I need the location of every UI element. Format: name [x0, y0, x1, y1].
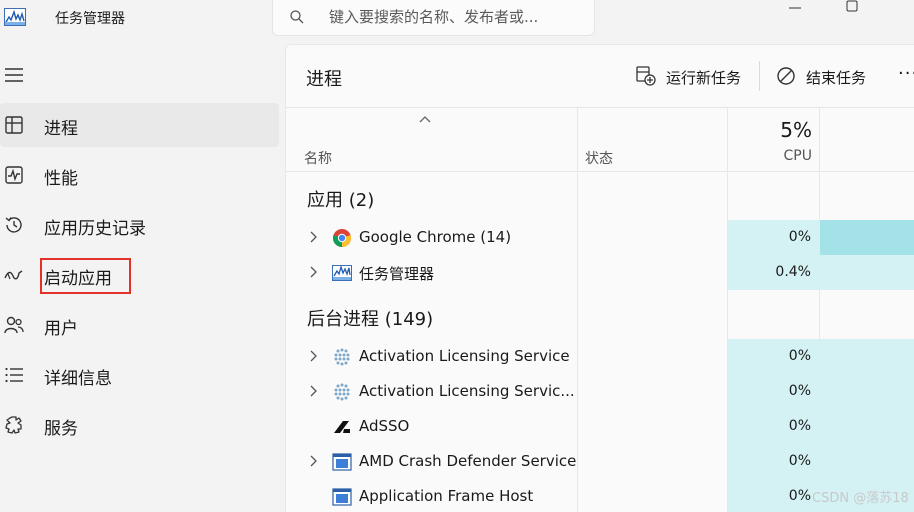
sidebar-item-label: 服务: [44, 419, 78, 439]
column-header-name[interactable]: 名称: [304, 148, 332, 168]
sidebar-item-services[interactable]: 服务: [0, 403, 279, 447]
cpu-value: 0%: [788, 348, 811, 364]
cpu-value: 0%: [788, 229, 811, 245]
table-row[interactable]: Activation Licensing Servic... 0%: [286, 374, 914, 409]
sidebar-item-app-history[interactable]: 应用历史记录: [0, 203, 279, 247]
processes-icon: [5, 116, 23, 134]
end-task-icon: [777, 67, 795, 85]
more-options-button[interactable]: ···: [898, 63, 914, 87]
memory-cell: [820, 339, 914, 374]
table-row[interactable]: AMD Crash Defender Service 0%: [286, 444, 914, 479]
app-history-icon: [5, 217, 22, 233]
process-name: AMD Crash Defender Service: [359, 452, 577, 470]
processes-panel: 进程 运行新任务 结束任务 ··· 名称 状态 5% CPU 应用 (2): [285, 44, 914, 512]
table-row[interactable]: 任务管理器 0.4%: [286, 255, 914, 290]
run-new-task-label: 运行新任务: [666, 69, 742, 87]
process-name: 任务管理器: [359, 265, 435, 283]
title-bar: 任务管理器: [0, 0, 914, 40]
chrome-icon: [332, 229, 352, 248]
cpu-value: 0%: [788, 383, 811, 399]
highlight-annotation-box: [40, 258, 131, 294]
page-title: 进程: [306, 69, 342, 90]
minimize-icon[interactable]: [775, 0, 815, 20]
table-row[interactable]: Activation Licensing Service 0%: [286, 339, 914, 374]
table-row[interactable]: AdSSO 0%: [286, 409, 914, 444]
autodesk-icon: [334, 421, 350, 433]
sidebar-item-label: 应用历史记录: [44, 219, 146, 239]
process-name: Activation Licensing Service: [359, 347, 570, 365]
column-header-status[interactable]: 状态: [585, 148, 613, 168]
memory-cell: [820, 255, 914, 290]
app-window-icon: [332, 453, 352, 471]
task-manager-logo-icon: [4, 8, 26, 26]
search-input[interactable]: [329, 6, 584, 28]
memory-cell: [820, 220, 914, 255]
cpu-cell: 0%: [728, 444, 819, 479]
sort-ascending-icon[interactable]: [418, 114, 432, 124]
cpu-cell: 0%: [728, 479, 819, 512]
memory-cell: [820, 374, 914, 409]
cpu-cell: 0.4%: [728, 255, 819, 290]
search-icon: [290, 10, 304, 24]
app-window-icon: [332, 488, 352, 506]
process-name: Google Chrome (14): [359, 228, 512, 246]
details-icon: [5, 367, 23, 383]
chevron-right-icon[interactable]: [308, 349, 318, 363]
cpu-value: 0%: [788, 418, 811, 434]
memory-cell: [820, 444, 914, 479]
toolbar-divider: [759, 61, 760, 91]
sidebar-item-details[interactable]: 详细信息: [0, 353, 279, 397]
cpu-total-usage: 5%: [780, 118, 812, 142]
cpu-value: 0%: [788, 488, 811, 504]
run-new-task-icon: [636, 66, 656, 86]
chevron-right-icon[interactable]: [308, 265, 318, 279]
chevron-right-icon[interactable]: [308, 230, 318, 244]
sidebar-item-users[interactable]: 用户: [0, 303, 279, 347]
sidebar-item-label: 进程: [44, 119, 78, 139]
cpu-cell: 0%: [728, 374, 819, 409]
watermark: CSDN @落苏18: [812, 491, 909, 506]
end-task-label: 结束任务: [806, 69, 867, 87]
process-name: Application Frame Host: [359, 487, 534, 505]
users-icon: [4, 316, 24, 334]
cpu-cell: 0%: [728, 409, 819, 444]
startup-apps-icon: [4, 270, 23, 280]
process-name: Activation Licensing Servic...: [359, 382, 575, 400]
table-row[interactable]: Google Chrome (14) 0%: [286, 220, 914, 255]
memory-cell: [820, 409, 914, 444]
sidebar-item-label: 用户: [44, 319, 78, 339]
group-header-background-processes: 后台进程 (149): [307, 309, 434, 330]
cpu-value: 0%: [788, 453, 811, 469]
hamburger-menu-icon[interactable]: [4, 66, 24, 84]
service-dots-icon: [334, 383, 350, 401]
column-header-cpu[interactable]: CPU: [728, 148, 812, 164]
cpu-cell: 0%: [728, 339, 819, 374]
performance-icon: [5, 166, 23, 184]
search-box[interactable]: [272, 0, 595, 36]
maximize-icon[interactable]: [832, 0, 872, 20]
group-header-apps: 应用 (2): [307, 190, 375, 211]
chevron-right-icon[interactable]: [308, 454, 318, 468]
app-title: 任务管理器: [55, 11, 125, 27]
service-dots-icon: [334, 348, 350, 366]
sidebar-item-label: 详细信息: [44, 369, 112, 389]
sidebar-item-label: 性能: [44, 169, 78, 189]
sidebar-item-performance[interactable]: 性能: [0, 153, 279, 197]
chevron-right-icon[interactable]: [308, 384, 318, 398]
cpu-value: 0.4%: [775, 264, 811, 280]
process-name: AdSSO: [359, 417, 410, 435]
task-manager-icon: [332, 264, 352, 281]
sidebar-item-processes[interactable]: 进程: [0, 103, 279, 147]
services-icon: [5, 416, 22, 434]
cpu-cell: 0%: [728, 220, 819, 255]
